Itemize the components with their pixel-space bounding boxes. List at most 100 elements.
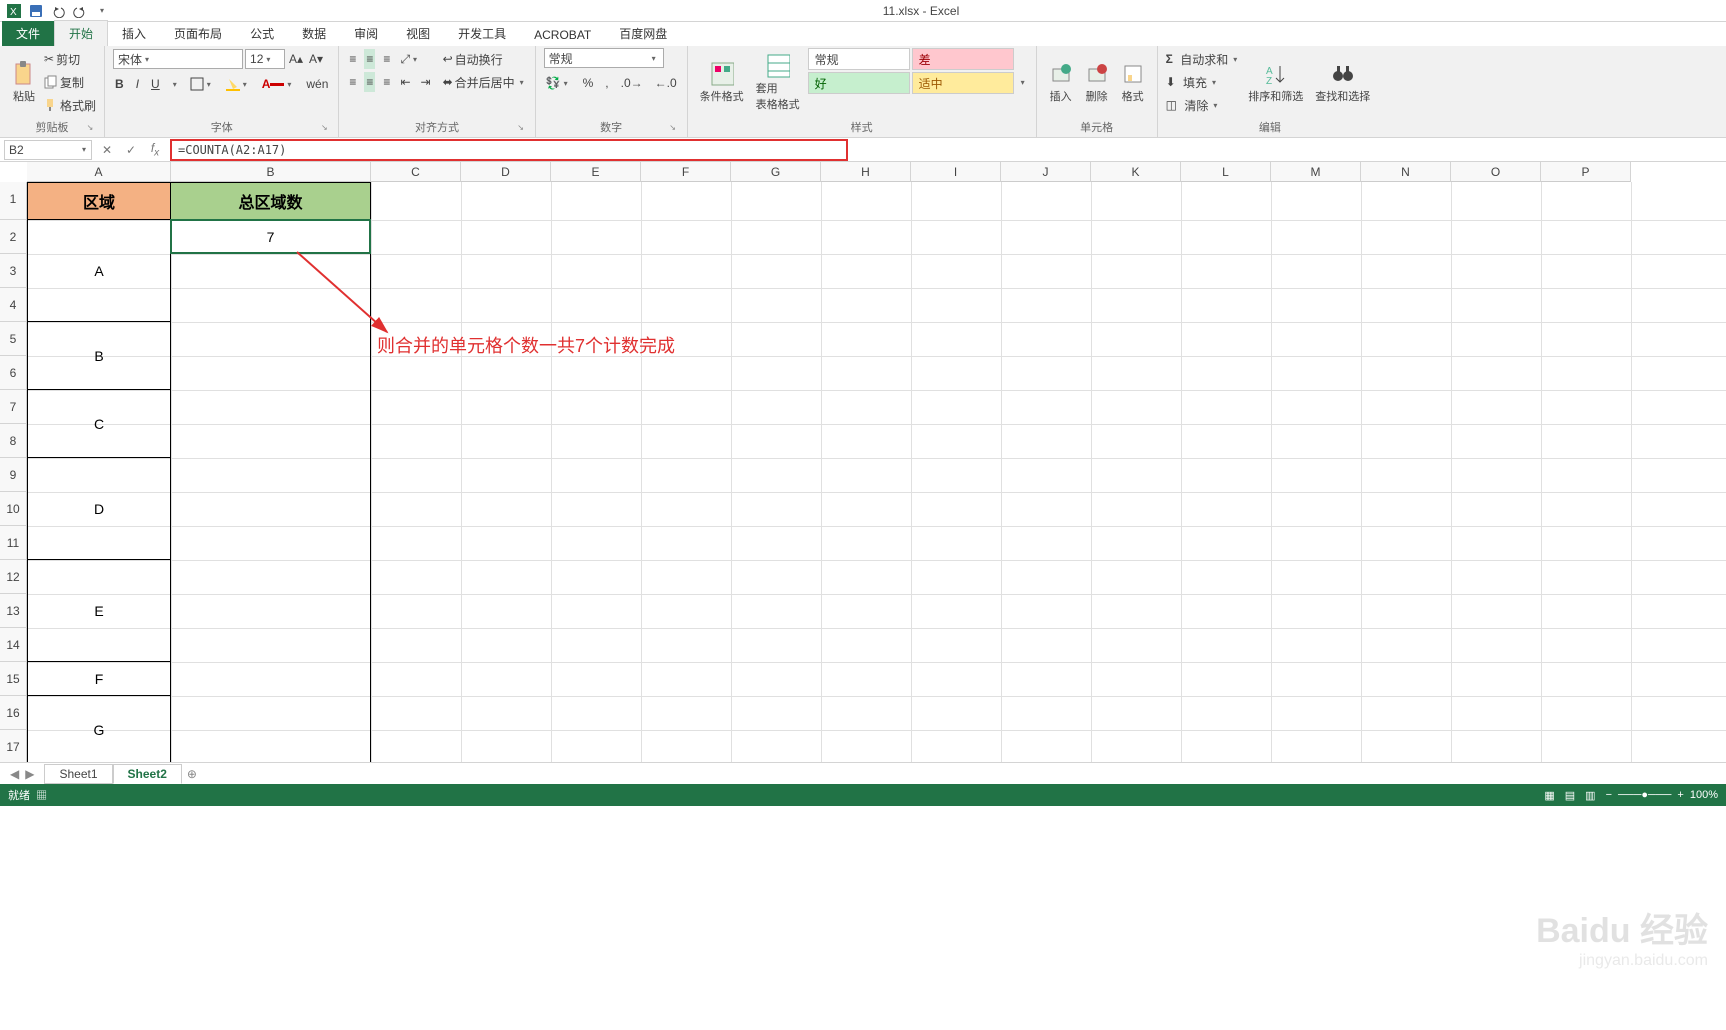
- indent-inc-icon[interactable]: ⇥: [419, 72, 433, 92]
- col-header[interactable]: H: [821, 162, 911, 182]
- row-header[interactable]: 1: [0, 182, 27, 220]
- enter-icon[interactable]: ✓: [122, 143, 140, 157]
- cell-merged-A[interactable]: C: [27, 389, 171, 458]
- row-header[interactable]: 16: [0, 696, 27, 730]
- sheet-tab-active[interactable]: Sheet2: [113, 764, 182, 784]
- name-box[interactable]: B2▾: [4, 140, 92, 160]
- launcher-icon[interactable]: ↘: [667, 123, 679, 135]
- view-normal-icon[interactable]: ▦: [1544, 789, 1554, 802]
- col-header[interactable]: P: [1541, 162, 1631, 182]
- fill-color-icon[interactable]: ▾: [224, 74, 252, 94]
- insert-cells-button[interactable]: 插入: [1045, 48, 1077, 117]
- cell-A1[interactable]: 区域: [27, 182, 171, 220]
- view-layout-icon[interactable]: ▤: [1565, 789, 1575, 802]
- align-center-icon[interactable]: ≡: [364, 72, 375, 92]
- cell-B1[interactable]: 总区域数: [170, 182, 371, 220]
- cond-format-button[interactable]: 条件格式: [696, 48, 748, 117]
- prev-sheet-icon[interactable]: ◀: [10, 767, 19, 781]
- align-right-icon[interactable]: ≡: [381, 72, 392, 92]
- cell-merged-A[interactable]: D: [27, 457, 171, 560]
- row-header[interactable]: 5: [0, 322, 27, 356]
- delete-cells-button[interactable]: 删除: [1081, 48, 1113, 117]
- phonetic-icon[interactable]: wén: [304, 74, 330, 94]
- font-color-icon[interactable]: A▾: [260, 74, 297, 94]
- orientation-icon[interactable]: ⤢▾: [398, 49, 422, 69]
- col-header[interactable]: B: [171, 162, 371, 182]
- style-neutral[interactable]: 适中: [912, 72, 1014, 94]
- style-more-icon[interactable]: ▾: [1018, 78, 1028, 87]
- border-icon[interactable]: ▾: [188, 74, 216, 94]
- comma-icon[interactable]: ,: [603, 73, 610, 93]
- font-size-select[interactable]: 12▾: [245, 49, 285, 69]
- cell-merged-A[interactable]: E: [27, 559, 171, 662]
- row-header[interactable]: 7: [0, 390, 27, 424]
- row-header[interactable]: 13: [0, 594, 27, 628]
- grow-font-icon[interactable]: A▴: [287, 49, 305, 69]
- style-good[interactable]: 好: [808, 72, 910, 94]
- col-header[interactable]: D: [461, 162, 551, 182]
- percent-icon[interactable]: %: [581, 73, 596, 93]
- save-icon[interactable]: [28, 3, 44, 19]
- col-header[interactable]: O: [1451, 162, 1541, 182]
- row-header[interactable]: 2: [0, 220, 27, 254]
- zoom-level[interactable]: 100%: [1690, 789, 1718, 801]
- paste-button[interactable]: 粘贴: [8, 48, 40, 117]
- row-header[interactable]: 14: [0, 628, 27, 662]
- launcher-icon[interactable]: ↘: [84, 123, 96, 135]
- cancel-icon[interactable]: ✕: [98, 143, 116, 157]
- fx-icon[interactable]: fx: [146, 141, 164, 158]
- sheet-nav[interactable]: ◀▶: [0, 767, 44, 781]
- sort-filter-button[interactable]: AZ排序和筛选: [1244, 48, 1307, 117]
- fill-button[interactable]: ⬇ 填充▾: [1166, 71, 1241, 93]
- shrink-font-icon[interactable]: A▾: [307, 49, 325, 69]
- row-header[interactable]: 3: [0, 254, 27, 288]
- clear-button[interactable]: ◫ 清除▾: [1166, 94, 1241, 116]
- italic-button[interactable]: I: [134, 74, 141, 94]
- style-bad[interactable]: 差: [912, 48, 1014, 70]
- col-header[interactable]: E: [551, 162, 641, 182]
- find-select-button[interactable]: 查找和选择: [1311, 48, 1374, 117]
- col-header[interactable]: K: [1091, 162, 1181, 182]
- zoom-in-icon[interactable]: +: [1677, 789, 1683, 801]
- tab-data[interactable]: 数据: [288, 21, 340, 46]
- indent-dec-icon[interactable]: ⇤: [398, 72, 412, 92]
- cell-merged-A[interactable]: G: [27, 695, 171, 762]
- next-sheet-icon[interactable]: ▶: [25, 767, 34, 781]
- style-normal[interactable]: 常规: [808, 48, 910, 70]
- undo-icon[interactable]: [50, 3, 66, 19]
- painter-button[interactable]: 格式刷: [44, 94, 96, 116]
- col-header[interactable]: N: [1361, 162, 1451, 182]
- cells-area[interactable]: 区域 总区域数 7 ABCDEFG 则合并的单元格个数一共7个计数完成: [27, 182, 1726, 762]
- tab-dev[interactable]: 开发工具: [444, 21, 520, 46]
- cut-button[interactable]: ✂剪切: [44, 48, 96, 70]
- table-format-button[interactable]: 套用 表格格式: [752, 48, 804, 117]
- tab-view[interactable]: 视图: [392, 21, 444, 46]
- add-sheet-icon[interactable]: ⊕: [182, 767, 202, 781]
- launcher-icon[interactable]: ↘: [318, 123, 330, 135]
- format-cells-button[interactable]: 格式: [1117, 48, 1149, 117]
- row-header[interactable]: 6: [0, 356, 27, 390]
- column-headers[interactable]: A B C D E F G H I J K L M N O P: [27, 162, 1726, 182]
- qat-customize-icon[interactable]: ▾: [94, 3, 110, 19]
- launcher-icon[interactable]: ↘: [515, 123, 527, 135]
- align-top-icon[interactable]: ≡: [347, 49, 358, 69]
- underline-button[interactable]: U: [149, 74, 162, 94]
- col-header[interactable]: C: [371, 162, 461, 182]
- tab-review[interactable]: 审阅: [340, 21, 392, 46]
- merge-button[interactable]: ⬌合并后居中▾: [443, 71, 527, 93]
- zoom-out-icon[interactable]: −: [1606, 789, 1612, 801]
- dec-decimal-icon[interactable]: ←.0: [653, 73, 679, 93]
- col-header[interactable]: G: [731, 162, 821, 182]
- row-header[interactable]: 11: [0, 526, 27, 560]
- cell-merged-A[interactable]: F: [27, 661, 171, 696]
- col-header[interactable]: F: [641, 162, 731, 182]
- col-header[interactable]: J: [1001, 162, 1091, 182]
- row-header[interactable]: 10: [0, 492, 27, 526]
- row-header[interactable]: 12: [0, 560, 27, 594]
- currency-icon[interactable]: 💱▾: [544, 73, 573, 93]
- row-header[interactable]: 9: [0, 458, 27, 492]
- row-header[interactable]: 17: [0, 730, 27, 762]
- autosum-button[interactable]: Σ 自动求和▾: [1166, 48, 1241, 70]
- font-name-select[interactable]: 宋体▾: [113, 49, 243, 69]
- inc-decimal-icon[interactable]: .0→: [619, 73, 645, 93]
